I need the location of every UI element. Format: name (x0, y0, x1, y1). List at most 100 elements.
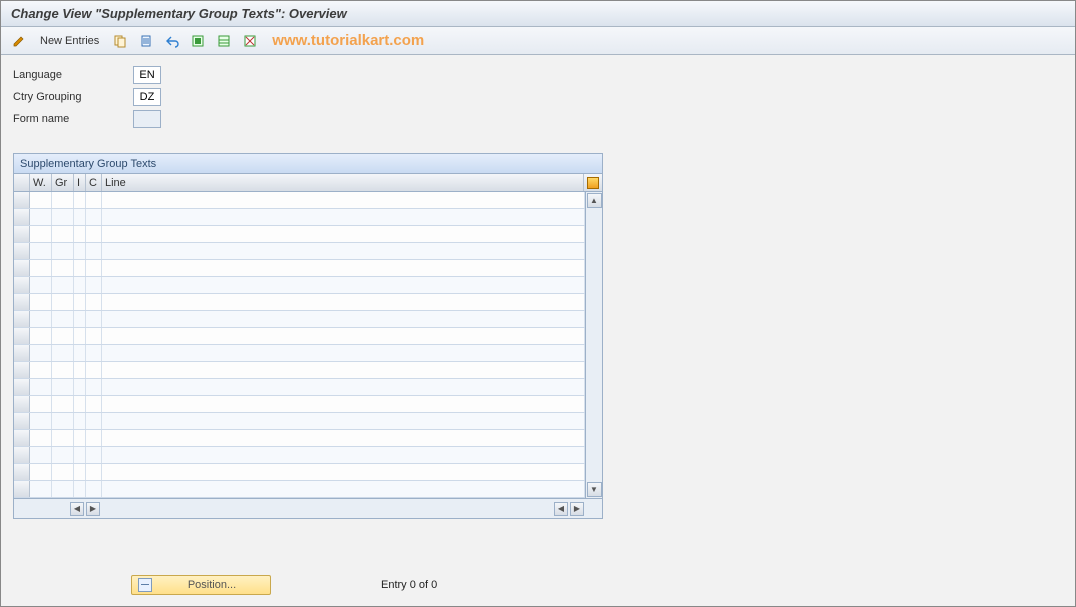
cell[interactable] (102, 260, 585, 276)
cell[interactable] (86, 396, 102, 412)
cell[interactable] (52, 260, 74, 276)
table-row[interactable] (14, 345, 585, 362)
cell[interactable] (30, 396, 52, 412)
cell[interactable] (86, 464, 102, 480)
cell[interactable] (52, 311, 74, 327)
cell[interactable] (30, 447, 52, 463)
table-row[interactable] (14, 413, 585, 430)
cell[interactable] (30, 294, 52, 310)
cell[interactable] (52, 396, 74, 412)
cell[interactable] (74, 362, 86, 378)
cell[interactable] (102, 481, 585, 497)
row-selector[interactable] (14, 277, 30, 293)
toggle-edit-icon[interactable] (9, 31, 29, 51)
cell[interactable] (52, 345, 74, 361)
cell[interactable] (74, 345, 86, 361)
cell[interactable] (52, 226, 74, 242)
row-selector[interactable] (14, 192, 30, 208)
cell[interactable] (74, 447, 86, 463)
cell[interactable] (102, 396, 585, 412)
row-selector[interactable] (14, 362, 30, 378)
cell[interactable] (52, 209, 74, 225)
cell[interactable] (74, 209, 86, 225)
cell[interactable] (74, 464, 86, 480)
table-row[interactable] (14, 277, 585, 294)
table-row[interactable] (14, 379, 585, 396)
cell[interactable] (102, 362, 585, 378)
cell[interactable] (30, 379, 52, 395)
cell[interactable] (74, 192, 86, 208)
cell[interactable] (102, 379, 585, 395)
position-button[interactable]: Position... (131, 575, 271, 595)
cell[interactable] (30, 464, 52, 480)
cell[interactable] (74, 396, 86, 412)
scroll-left-icon[interactable]: ◀ (70, 502, 84, 516)
row-selector[interactable] (14, 430, 30, 446)
cell[interactable] (30, 243, 52, 259)
cell[interactable] (52, 243, 74, 259)
language-field[interactable] (133, 66, 161, 84)
cell[interactable] (52, 277, 74, 293)
ctry-grouping-field[interactable] (133, 88, 161, 106)
col-header-w[interactable]: W. (30, 174, 52, 191)
cell[interactable] (52, 447, 74, 463)
cell[interactable] (86, 192, 102, 208)
cell[interactable] (52, 294, 74, 310)
cell[interactable] (30, 311, 52, 327)
table-row[interactable] (14, 396, 585, 413)
cell[interactable] (102, 277, 585, 293)
cell[interactable] (74, 243, 86, 259)
row-selector[interactable] (14, 413, 30, 429)
cell[interactable] (86, 226, 102, 242)
col-header-gr[interactable]: Gr (52, 174, 74, 191)
cell[interactable] (30, 277, 52, 293)
row-selector[interactable] (14, 447, 30, 463)
cell[interactable] (30, 226, 52, 242)
cell[interactable] (86, 209, 102, 225)
cell[interactable] (86, 260, 102, 276)
cell[interactable] (30, 413, 52, 429)
table-row[interactable] (14, 481, 585, 498)
table-row[interactable] (14, 209, 585, 226)
copy-as-icon[interactable] (110, 31, 130, 51)
cell[interactable] (102, 243, 585, 259)
cell[interactable] (74, 328, 86, 344)
cell[interactable] (86, 345, 102, 361)
scroll-right-icon[interactable]: ▶ (570, 502, 584, 516)
table-row[interactable] (14, 260, 585, 277)
table-row[interactable] (14, 328, 585, 345)
cell[interactable] (74, 413, 86, 429)
cell[interactable] (102, 430, 585, 446)
row-selector[interactable] (14, 464, 30, 480)
table-row[interactable] (14, 243, 585, 260)
cell[interactable] (30, 481, 52, 497)
cell[interactable] (74, 311, 86, 327)
cell[interactable] (52, 464, 74, 480)
cell[interactable] (102, 413, 585, 429)
cell[interactable] (86, 379, 102, 395)
cell[interactable] (52, 430, 74, 446)
hscroll-track[interactable] (102, 502, 550, 516)
cell[interactable] (102, 328, 585, 344)
cell[interactable] (30, 209, 52, 225)
cell[interactable] (74, 379, 86, 395)
col-select-all[interactable] (14, 174, 30, 191)
table-row[interactable] (14, 362, 585, 379)
cell[interactable] (74, 430, 86, 446)
row-selector[interactable] (14, 243, 30, 259)
scroll-left-step-icon[interactable]: ◀ (554, 502, 568, 516)
vertical-scrollbar[interactable]: ▲ ▼ (585, 192, 602, 498)
col-header-c[interactable]: C (86, 174, 102, 191)
cell[interactable] (52, 328, 74, 344)
row-selector[interactable] (14, 311, 30, 327)
col-header-i[interactable]: I (74, 174, 86, 191)
cell[interactable] (74, 294, 86, 310)
select-all-icon[interactable] (188, 31, 208, 51)
cell[interactable] (86, 294, 102, 310)
cell[interactable] (102, 464, 585, 480)
row-selector[interactable] (14, 294, 30, 310)
table-row[interactable] (14, 192, 585, 209)
cell[interactable] (86, 447, 102, 463)
cell[interactable] (86, 311, 102, 327)
form-name-field[interactable] (133, 110, 161, 128)
